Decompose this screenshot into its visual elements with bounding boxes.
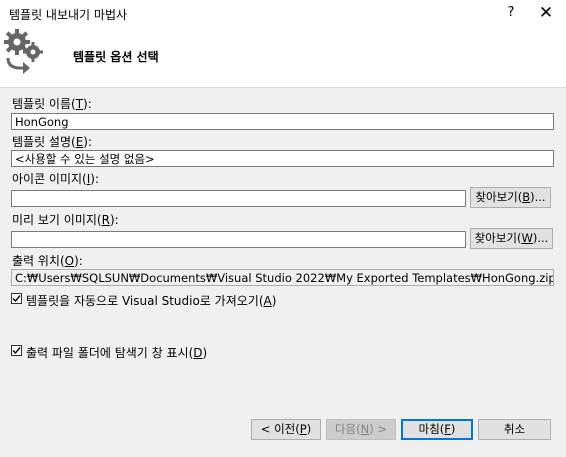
output-location-field: C:₩Users₩SQLSUN₩Documents₩Visual Studio … <box>11 269 554 286</box>
preview-image-label: 미리 보기 이미지(R): <box>12 213 119 227</box>
close-button[interactable]: ✕ <box>534 3 558 23</box>
name-label: 템플릿 이름(T): <box>12 97 92 111</box>
window-title: 템플릿 내보내기 마법사 <box>9 8 128 22</box>
icon-image-label: 아이콘 이미지(I): <box>12 172 100 186</box>
checkmark-icon <box>12 295 21 303</box>
show-folder-checkbox[interactable] <box>11 345 22 356</box>
previous-button[interactable]: < 이전(P) <box>251 419 321 440</box>
help-button[interactable]: ? <box>500 3 522 23</box>
template-description-input[interactable]: <사용할 수 있는 설명 없음> <box>11 150 554 167</box>
auto-import-label[interactable]: 템플릿을 자동으로 Visual Studio로 가져오기(A) <box>26 292 276 309</box>
preview-image-input[interactable] <box>11 231 466 248</box>
preview-browse-button[interactable]: 찾아보기(W)... <box>470 228 553 249</box>
icon-image-input[interactable] <box>11 190 466 207</box>
gear-export-icon <box>4 29 43 74</box>
template-name-input[interactable]: HonGong <box>11 113 554 130</box>
checkmark-icon <box>12 347 21 355</box>
description-label: 템플릿 설명(E): <box>12 135 93 149</box>
title-bar: 템플릿 내보내기 마법사 ? ✕ <box>0 0 566 27</box>
cancel-button[interactable]: 취소 <box>478 419 551 440</box>
finish-button[interactable]: 마침(F) <box>401 419 473 440</box>
page-title: 템플릿 옵션 선택 <box>73 50 159 64</box>
wizard-header: 템플릿 옵션 선택 <box>0 27 566 88</box>
auto-import-checkbox[interactable] <box>11 293 22 304</box>
output-location-label: 출력 위치(O): <box>12 254 83 268</box>
next-button: 다음(N) > <box>326 419 396 440</box>
icon-browse-button[interactable]: 찾아보기(B)... <box>470 187 551 208</box>
show-folder-label[interactable]: 출력 파일 폴더에 탐색기 창 표시(D) <box>26 344 207 361</box>
